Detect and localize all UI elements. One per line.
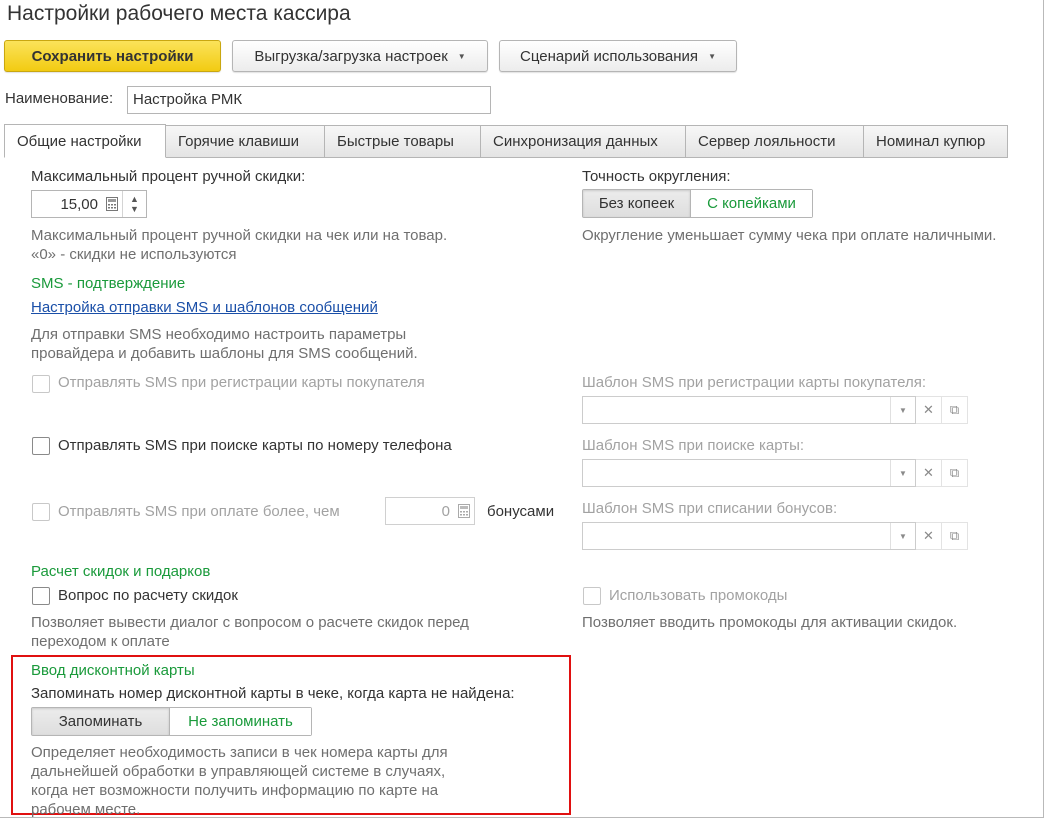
bonus-label: бонусами <box>487 503 555 520</box>
clear-icon[interactable]: ✕ <box>916 396 942 424</box>
rounding-option-kopecks[interactable]: С копейками <box>690 190 812 217</box>
rounding-option-no-kopecks[interactable]: Без копеек <box>583 190 690 217</box>
template-registration-input[interactable]: ▼ <box>582 396 916 424</box>
window-title: Настройки рабочего места кассира <box>7 2 351 25</box>
sms-payment-amount-value[interactable]: 0 <box>386 503 454 520</box>
usage-scenario-button[interactable]: Сценарий использования ▼ <box>499 40 737 72</box>
spin-down-icon[interactable]: ▼ <box>130 204 139 214</box>
card-input-hint-1: Определяет необходимость записи в чек но… <box>31 744 448 761</box>
usage-scenario-label: Сценарий использования <box>520 47 699 65</box>
tab-loyalty-server[interactable]: Сервер лояльности <box>686 125 864 158</box>
sms-section-title: SMS - подтверждение <box>31 275 186 292</box>
card-option-remember[interactable]: Запоминать <box>32 708 169 735</box>
spin-up-icon[interactable]: ▲ <box>130 194 139 204</box>
discount-question-hint-1: Позволяет вывести диалог с вопросом о ра… <box>31 614 469 631</box>
tab-bar: Общие настройки Горячие клавиши Быстрые … <box>4 124 1008 158</box>
name-label: Наименование: <box>5 90 114 107</box>
sms-payment-amount-field[interactable]: 0 <box>385 497 475 525</box>
tab-quick-goods[interactable]: Быстрые товары <box>325 125 481 158</box>
export-import-label: Выгрузка/загрузка настроек <box>254 47 448 65</box>
dropdown-arrow-icon[interactable]: ▼ <box>890 523 915 549</box>
dropdown-arrow-icon[interactable]: ▼ <box>890 460 915 486</box>
card-input-hint-2: дальнейшей обработки в управляющей систе… <box>31 763 446 780</box>
card-input-hint-4: рабочем месте. <box>31 801 141 818</box>
tab-general[interactable]: Общие настройки <box>4 124 166 158</box>
template-bonus-input[interactable]: ▼ <box>582 522 916 550</box>
card-input-hint-3: когда нет возможности получить информаци… <box>31 782 439 799</box>
template-search-input[interactable]: ▼ <box>582 459 916 487</box>
tab-sync[interactable]: Синхронизация данных <box>481 125 686 158</box>
sms-payment-label: Отправлять SMS при оплате более, чем <box>58 503 340 520</box>
calculator-icon[interactable] <box>454 501 474 521</box>
template-bonus-combo[interactable]: ▼ ✕ ⧉ <box>582 522 968 550</box>
open-icon[interactable]: ⧉ <box>942 396 968 424</box>
promo-label: Использовать промокоды <box>609 587 788 604</box>
card-remember-selector[interactable]: Запоминать Не запоминать <box>31 707 312 736</box>
max-discount-hint-2: «0» - скидки не используются <box>31 246 237 263</box>
template-registration-label: Шаблон SMS при регистрации карты покупат… <box>582 374 926 391</box>
promo-checkbox[interactable] <box>583 587 601 605</box>
settings-window: Настройки рабочего места кассира Сохрани… <box>0 0 1044 818</box>
sms-payment-checkbox[interactable] <box>32 503 50 521</box>
clear-icon[interactable]: ✕ <box>916 522 942 550</box>
rounding-selector[interactable]: Без копеек С копейками <box>582 189 813 218</box>
max-discount-label: Максимальный процент ручной скидки: <box>31 168 306 185</box>
calculator-icon[interactable] <box>102 194 122 214</box>
sms-hint-1: Для отправки SMS необходимо настроить па… <box>31 326 407 343</box>
dropdown-arrow-icon[interactable]: ▼ <box>890 397 915 423</box>
tab-hotkeys[interactable]: Горячие клавиши <box>166 125 325 158</box>
template-registration-combo[interactable]: ▼ ✕ ⧉ <box>582 396 968 424</box>
discounts-section-title: Расчет скидок и подарков <box>31 563 211 580</box>
card-input-section-title: Ввод дисконтной карты <box>31 662 195 679</box>
open-icon[interactable]: ⧉ <box>942 522 968 550</box>
tab-denominations[interactable]: Номинал купюр <box>864 125 1008 158</box>
sms-registration-label: Отправлять SMS при регистрации карты пок… <box>58 374 425 391</box>
max-discount-field[interactable]: 15,00 ▲ ▼ <box>31 190 147 218</box>
rounding-label: Точность округления: <box>582 168 731 185</box>
discount-question-checkbox[interactable] <box>32 587 50 605</box>
template-bonus-label: Шаблон SMS при списании бонусов: <box>582 500 838 517</box>
open-icon[interactable]: ⧉ <box>942 459 968 487</box>
promo-hint: Позволяет вводить промокоды для активаци… <box>582 614 958 631</box>
export-import-button[interactable]: Выгрузка/загрузка настроек ▼ <box>232 40 488 72</box>
sms-phone-search-checkbox[interactable] <box>32 437 50 455</box>
sms-phone-search-label: Отправлять SMS при поиске карты по номер… <box>58 437 452 454</box>
dropdown-arrow-icon: ▼ <box>708 51 716 61</box>
sms-registration-checkbox[interactable] <box>32 375 50 393</box>
template-search-label: Шаблон SMS при поиске карты: <box>582 437 805 454</box>
card-remember-question: Запоминать номер дисконтной карты в чеке… <box>31 685 515 702</box>
spin-arrows[interactable]: ▲ ▼ <box>122 191 146 217</box>
sms-hint-2: провайдера и добавить шаблоны для SMS со… <box>31 345 418 362</box>
card-option-dont-remember[interactable]: Не запоминать <box>169 708 311 735</box>
rounding-hint: Округление уменьшает сумму чека при опла… <box>582 227 997 244</box>
save-settings-label: Сохранить настройки <box>31 47 194 65</box>
clear-icon[interactable]: ✕ <box>916 459 942 487</box>
discount-question-hint-2: переходом к оплате <box>31 633 170 650</box>
discount-question-label: Вопрос по расчету скидок <box>58 587 238 604</box>
sms-settings-link[interactable]: Настройка отправки SMS и шаблонов сообще… <box>31 299 378 316</box>
dropdown-arrow-icon: ▼ <box>457 51 466 61</box>
max-discount-value[interactable]: 15,00 <box>32 196 102 213</box>
max-discount-hint-1: Максимальный процент ручной скидки на че… <box>31 227 448 244</box>
template-search-combo[interactable]: ▼ ✕ ⧉ <box>582 459 968 487</box>
save-settings-button[interactable]: Сохранить настройки <box>4 40 221 72</box>
name-input[interactable]: Настройка РМК <box>127 86 491 114</box>
